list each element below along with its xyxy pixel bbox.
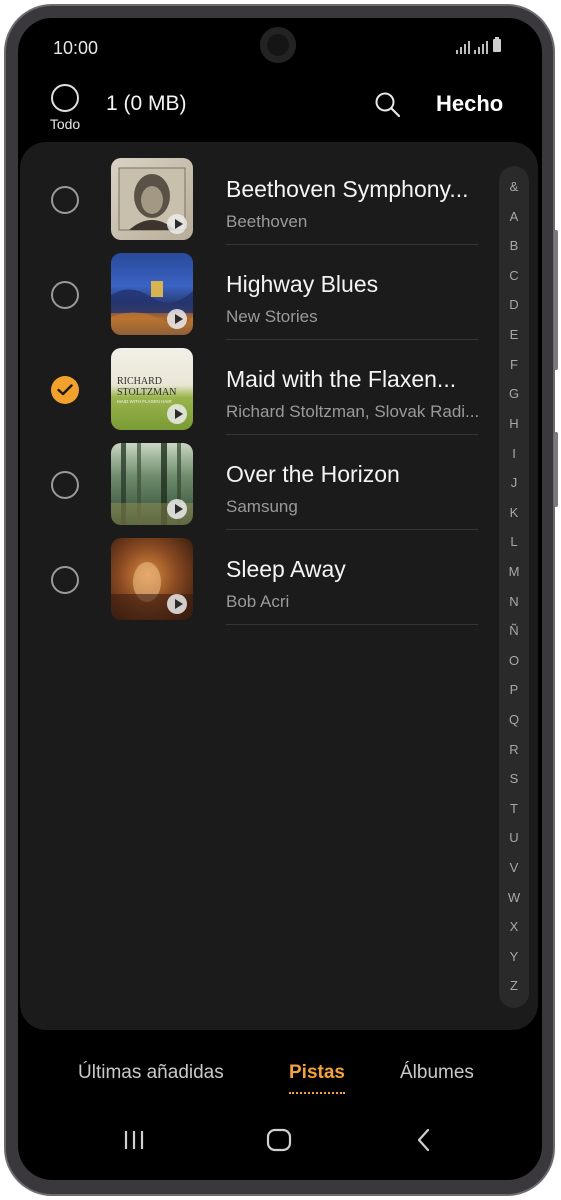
index-letter[interactable]: D bbox=[499, 297, 529, 312]
index-letter[interactable]: I bbox=[499, 446, 529, 461]
index-letter[interactable]: C bbox=[499, 268, 529, 283]
play-icon[interactable] bbox=[167, 309, 187, 329]
track-select-radio[interactable] bbox=[51, 186, 79, 214]
index-letter[interactable]: U bbox=[499, 830, 529, 845]
library-tabs: Últimas añadidas Pistas Álbumes bbox=[18, 1048, 542, 1098]
select-all-circle bbox=[51, 84, 79, 112]
index-letter[interactable]: Z bbox=[499, 978, 529, 993]
index-letter[interactable]: J bbox=[499, 475, 529, 490]
recents-icon[interactable] bbox=[122, 1128, 146, 1157]
track-select-radio[interactable] bbox=[51, 471, 79, 499]
album-art-text: STOLTZMAN bbox=[117, 387, 176, 398]
index-letter[interactable]: & bbox=[499, 179, 529, 194]
front-camera bbox=[260, 27, 296, 63]
index-letter[interactable]: K bbox=[499, 505, 529, 520]
index-letter[interactable]: Q bbox=[499, 712, 529, 727]
track-row[interactable]: Beethoven Symphony... Beethoven bbox=[20, 150, 490, 245]
play-icon[interactable] bbox=[167, 214, 187, 234]
track-artist: Bob Acri bbox=[226, 592, 290, 611]
index-letter[interactable]: F bbox=[499, 357, 529, 372]
selection-count: 1 (0 MB) bbox=[106, 92, 187, 115]
track-row[interactable]: Over the Horizon Samsung bbox=[20, 435, 490, 530]
index-letter[interactable]: E bbox=[499, 327, 529, 342]
index-letter[interactable]: M bbox=[499, 564, 529, 579]
track-title: Over the Horizon bbox=[226, 461, 400, 487]
signal-icon bbox=[456, 40, 470, 54]
track-list-panel: Beethoven Symphony... Beethoven Highway … bbox=[20, 142, 538, 1030]
track-row[interactable]: Highway Blues New Stories bbox=[20, 245, 490, 340]
index-letter[interactable]: Ñ bbox=[499, 623, 529, 638]
track-title: Maid with the Flaxen... bbox=[226, 366, 457, 392]
track-title: Sleep Away bbox=[226, 556, 346, 582]
index-letter[interactable]: X bbox=[499, 919, 529, 934]
track-select-radio[interactable] bbox=[51, 281, 79, 309]
album-art bbox=[111, 538, 193, 620]
signal-icon-2 bbox=[474, 40, 488, 54]
check-icon bbox=[57, 384, 73, 396]
play-icon[interactable] bbox=[167, 404, 187, 424]
track-select-radio[interactable] bbox=[51, 376, 79, 404]
tab-tracks[interactable]: Pistas bbox=[289, 1062, 345, 1094]
play-icon[interactable] bbox=[167, 594, 187, 614]
track-artist: Beethoven bbox=[226, 212, 308, 231]
track-row[interactable]: Sleep Away Bob Acri bbox=[20, 530, 490, 625]
search-icon[interactable] bbox=[374, 91, 402, 119]
tab-tracks-label: Pistas bbox=[289, 1062, 345, 1083]
status-time: 10:00 bbox=[53, 38, 99, 58]
index-letter[interactable]: V bbox=[499, 860, 529, 875]
index-letter[interactable]: R bbox=[499, 742, 529, 757]
track-artist: New Stories bbox=[226, 307, 318, 326]
index-letter[interactable]: N bbox=[499, 594, 529, 609]
index-letter[interactable]: O bbox=[499, 653, 529, 668]
index-letter[interactable]: L bbox=[499, 534, 529, 549]
play-icon[interactable] bbox=[167, 499, 187, 519]
index-letter[interactable]: S bbox=[499, 771, 529, 786]
alphabet-index-scroller[interactable]: & A B C D E F G H I J K L M N Ñ O P Q R … bbox=[499, 166, 529, 1008]
volume-button bbox=[554, 230, 558, 370]
tab-recently-added[interactable]: Últimas añadidas bbox=[78, 1062, 224, 1084]
track-select-radio[interactable] bbox=[51, 566, 79, 594]
album-art-text: MAID WITH FLAXEN HAIR bbox=[117, 399, 173, 404]
index-letter[interactable]: T bbox=[499, 801, 529, 816]
selection-toolbar: Todo 1 (0 MB) Hecho bbox=[18, 78, 542, 148]
power-button bbox=[554, 432, 558, 507]
album-art bbox=[111, 158, 193, 240]
status-bar: 10:00 bbox=[18, 18, 542, 78]
back-icon[interactable] bbox=[416, 1128, 432, 1157]
album-art bbox=[111, 253, 193, 335]
index-letter[interactable]: W bbox=[499, 890, 529, 905]
tab-albums[interactable]: Álbumes bbox=[400, 1062, 474, 1084]
index-letter[interactable]: G bbox=[499, 386, 529, 401]
track-artist: Richard Stoltzman, Slovak Radi... bbox=[226, 402, 480, 421]
home-icon[interactable] bbox=[266, 1128, 292, 1157]
track-row[interactable]: RICHARD STOLTZMAN MAID WITH FLAXEN HAIR … bbox=[20, 340, 490, 435]
battery-icon bbox=[493, 37, 501, 52]
system-nav-bar bbox=[18, 1108, 542, 1180]
album-art bbox=[111, 443, 193, 525]
index-letter[interactable]: H bbox=[499, 416, 529, 431]
index-letter[interactable]: Y bbox=[499, 949, 529, 964]
select-all-label: Todo bbox=[49, 116, 81, 132]
album-art: RICHARD STOLTZMAN MAID WITH FLAXEN HAIR bbox=[111, 348, 193, 430]
album-art-text: RICHARD bbox=[117, 376, 162, 387]
index-letter[interactable]: P bbox=[499, 682, 529, 697]
row-divider bbox=[226, 624, 478, 625]
select-all-checkbox[interactable]: Todo bbox=[44, 84, 86, 144]
index-letter[interactable]: A bbox=[499, 209, 529, 224]
track-title: Beethoven Symphony... bbox=[226, 176, 469, 202]
track-artist: Samsung bbox=[226, 497, 298, 516]
screen: 10:00 Todo 1 (0 MB) Hecho Beethoven Symp… bbox=[18, 18, 542, 1180]
index-letter[interactable]: B bbox=[499, 238, 529, 253]
track-title: Highway Blues bbox=[226, 271, 379, 297]
active-tab-indicator bbox=[289, 1092, 345, 1094]
done-button[interactable]: Hecho bbox=[436, 91, 503, 117]
